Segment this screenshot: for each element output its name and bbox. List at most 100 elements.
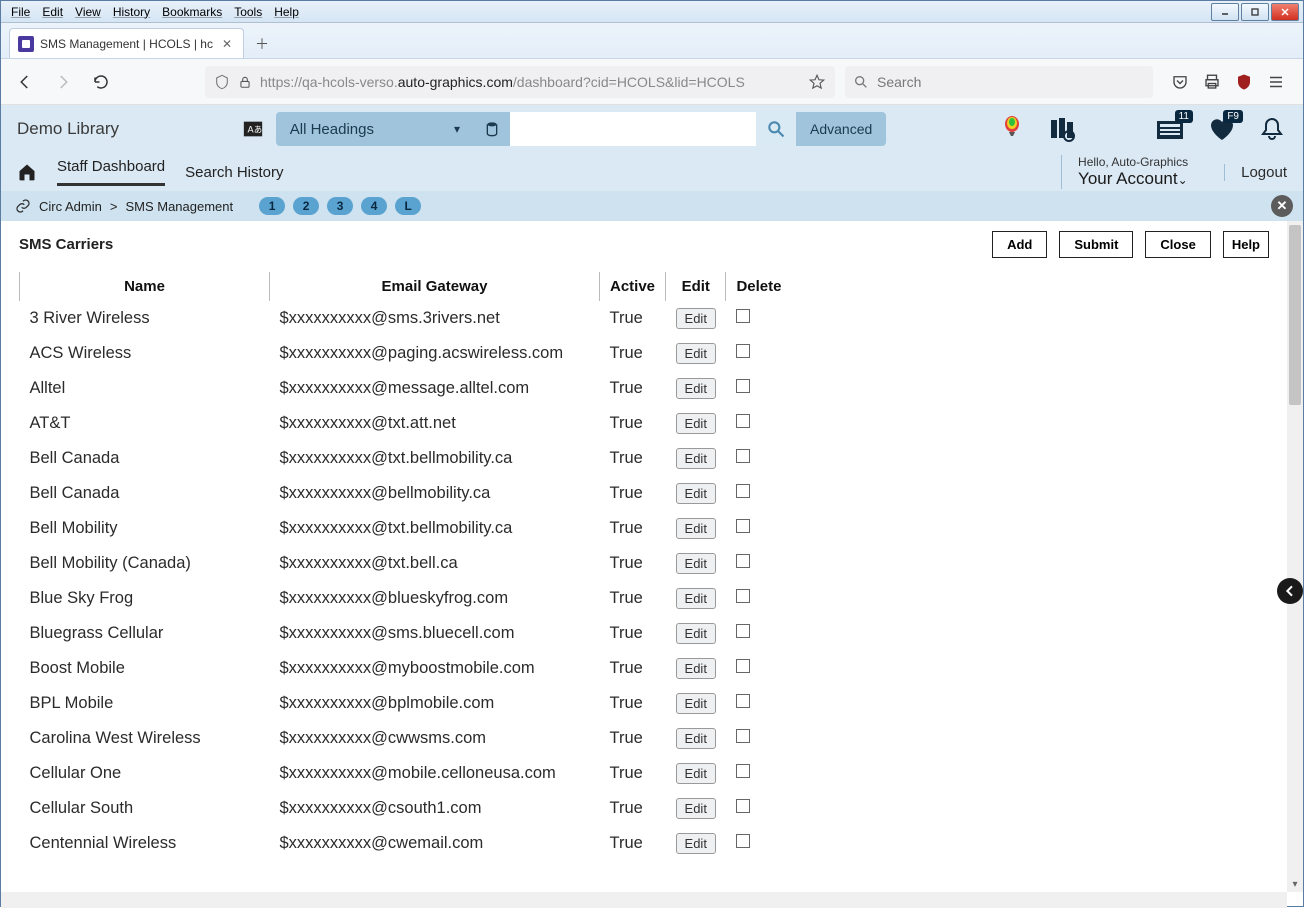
home-icon[interactable] — [17, 162, 37, 182]
catalog-search-input[interactable] — [510, 112, 756, 146]
scroll-down-arrow[interactable]: ▾ — [1287, 876, 1303, 892]
bookmark-star-icon[interactable] — [808, 73, 826, 91]
bell-icon[interactable] — [1257, 114, 1287, 144]
vertical-scrollbar[interactable]: ▾ — [1287, 221, 1303, 892]
delete-checkbox[interactable] — [736, 379, 750, 393]
edit-button[interactable]: Edit — [676, 658, 716, 679]
nav-search-history[interactable]: Search History — [185, 164, 283, 181]
edit-button[interactable]: Edit — [676, 448, 716, 469]
cell-gateway: $xxxxxxxxxx@bplmobile.com — [270, 686, 600, 721]
delete-checkbox[interactable] — [736, 309, 750, 323]
edit-button[interactable]: Edit — [676, 518, 716, 539]
crumb-pill-1[interactable]: 1 — [259, 197, 285, 215]
delete-checkbox[interactable] — [736, 449, 750, 463]
delete-checkbox[interactable] — [736, 834, 750, 848]
cell-delete — [726, 371, 792, 406]
search-scope-dropdown[interactable]: All Headings ▾ — [276, 112, 474, 146]
delete-checkbox[interactable] — [736, 659, 750, 673]
logout-link[interactable]: Logout — [1224, 164, 1287, 181]
edit-button[interactable]: Edit — [676, 623, 716, 644]
address-bar[interactable]: https://qa-hcols-verso.auto-graphics.com… — [205, 66, 835, 98]
window-close-button[interactable] — [1271, 3, 1299, 21]
window-minimize-button[interactable] — [1211, 3, 1239, 21]
delete-checkbox[interactable] — [736, 414, 750, 428]
edit-button[interactable]: Edit — [676, 728, 716, 749]
delete-checkbox[interactable] — [736, 519, 750, 533]
resources-icon[interactable] — [1047, 114, 1077, 144]
menu-file[interactable]: File — [5, 3, 36, 21]
delete-checkbox[interactable] — [736, 729, 750, 743]
reload-button[interactable] — [87, 68, 115, 96]
edit-button[interactable]: Edit — [676, 343, 716, 364]
col-delete[interactable]: Delete — [726, 272, 792, 301]
window-maximize-button[interactable] — [1241, 3, 1269, 21]
back-button[interactable] — [11, 68, 39, 96]
crumb-2[interactable]: SMS Management — [125, 199, 233, 214]
col-edit[interactable]: Edit — [666, 272, 726, 301]
crumb-1[interactable]: Circ Admin — [39, 199, 102, 214]
balloon-icon[interactable] — [997, 114, 1027, 144]
table-row: Bell Canada$xxxxxxxxxx@txt.bellmobility.… — [20, 441, 792, 476]
crumb-pill-3[interactable]: 3 — [327, 197, 353, 215]
col-gateway[interactable]: Email Gateway — [270, 272, 600, 301]
horizontal-scrollbar[interactable] — [1, 892, 1287, 908]
catalog-search-button[interactable] — [756, 112, 796, 146]
edit-button[interactable]: Edit — [676, 588, 716, 609]
hamburger-menu-icon[interactable] — [1267, 73, 1285, 91]
print-icon[interactable] — [1203, 73, 1221, 91]
forward-button[interactable] — [49, 68, 77, 96]
menu-help[interactable]: Help — [268, 3, 305, 21]
favorites-heart-icon[interactable]: F9 — [1207, 114, 1237, 144]
pocket-icon[interactable] — [1171, 73, 1189, 91]
edit-button[interactable]: Edit — [676, 413, 716, 434]
table-row: Cellular South$xxxxxxxxxx@csouth1.comTru… — [20, 791, 792, 826]
edit-button[interactable]: Edit — [676, 378, 716, 399]
delete-checkbox[interactable] — [736, 344, 750, 358]
edit-button[interactable]: Edit — [676, 483, 716, 504]
edit-button[interactable]: Edit — [676, 693, 716, 714]
delete-checkbox[interactable] — [736, 554, 750, 568]
tab-close-button[interactable]: ✕ — [219, 36, 235, 52]
menu-history[interactable]: History — [107, 3, 156, 21]
translate-icon[interactable]: Aあ — [240, 116, 266, 142]
menu-view[interactable]: View — [69, 3, 107, 21]
col-name[interactable]: Name — [20, 272, 270, 301]
menu-tools[interactable]: Tools — [228, 3, 268, 21]
browser-tab-active[interactable]: SMS Management | HCOLS | hc ✕ — [9, 28, 244, 58]
browser-search-box[interactable]: Search — [845, 66, 1153, 98]
delete-checkbox[interactable] — [736, 624, 750, 638]
menu-edit[interactable]: Edit — [36, 3, 69, 21]
nav-staff-dashboard[interactable]: Staff Dashboard — [57, 158, 165, 186]
close-panel-button[interactable]: ✕ — [1271, 195, 1293, 217]
ublock-icon[interactable] — [1235, 73, 1253, 91]
col-active[interactable]: Active — [600, 272, 666, 301]
submit-button[interactable]: Submit — [1059, 231, 1133, 258]
cell-delete — [726, 791, 792, 826]
delete-checkbox[interactable] — [736, 484, 750, 498]
advanced-search-button[interactable]: Advanced — [796, 112, 886, 146]
scrollbar-thumb[interactable] — [1289, 225, 1301, 405]
edit-button[interactable]: Edit — [676, 308, 716, 329]
cell-name: Centennial Wireless — [20, 826, 270, 861]
new-tab-button[interactable]: ＋ — [248, 30, 276, 58]
add-button[interactable]: Add — [992, 231, 1047, 258]
delete-checkbox[interactable] — [736, 589, 750, 603]
delete-checkbox[interactable] — [736, 694, 750, 708]
crumb-pill-4[interactable]: 4 — [361, 197, 387, 215]
cell-gateway: $xxxxxxxxxx@bellmobility.ca — [270, 476, 600, 511]
edit-button[interactable]: Edit — [676, 798, 716, 819]
crumb-pill-2[interactable]: 2 — [293, 197, 319, 215]
crumb-pill-l[interactable]: L — [395, 197, 421, 215]
help-button[interactable]: Help — [1223, 231, 1269, 258]
delete-checkbox[interactable] — [736, 764, 750, 778]
edit-button[interactable]: Edit — [676, 763, 716, 784]
database-icon[interactable] — [474, 112, 510, 146]
edit-button[interactable]: Edit — [676, 553, 716, 574]
delete-checkbox[interactable] — [736, 799, 750, 813]
edit-button[interactable]: Edit — [676, 833, 716, 854]
browser-toolbar: https://qa-hcols-verso.auto-graphics.com… — [1, 59, 1303, 105]
close-button[interactable]: Close — [1145, 231, 1210, 258]
account-menu[interactable]: Hello, Auto-Graphics Your Account⌄ — [1061, 155, 1188, 190]
menu-bookmarks[interactable]: Bookmarks — [156, 3, 228, 21]
news-icon[interactable]: 11 — [1157, 114, 1187, 144]
